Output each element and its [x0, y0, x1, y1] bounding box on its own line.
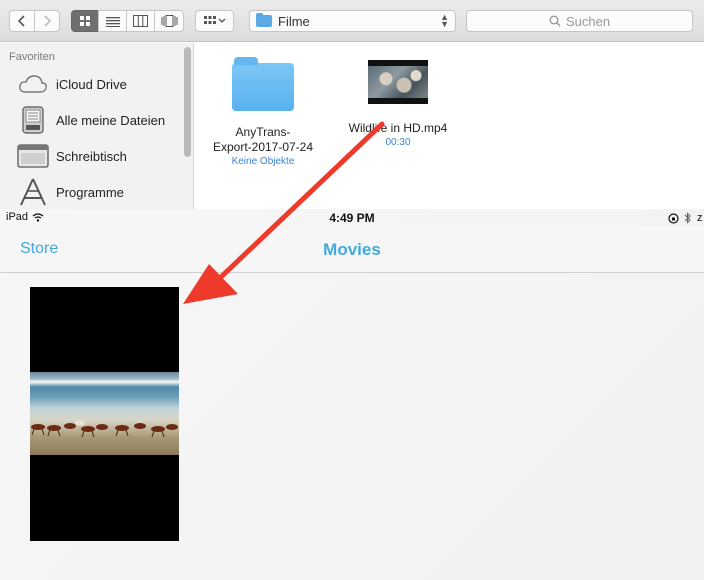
- column-view-button[interactable]: [126, 10, 155, 32]
- finder-toolbar: Filme ▲ ▼ Suchen: [0, 0, 704, 42]
- desktop-icon: [16, 141, 50, 171]
- icon-view-button[interactable]: [71, 10, 99, 32]
- bluetooth-icon: [684, 212, 691, 224]
- cover-flow-button[interactable]: [154, 10, 184, 32]
- sidebar-item-applications[interactable]: Programme: [16, 176, 186, 208]
- nav-title: Movies: [323, 240, 381, 259]
- updown-chevron-icon: ▲ ▼: [440, 12, 449, 29]
- cover-flow-icon: [161, 15, 177, 27]
- video-file-item[interactable]: Wildlife in HD.mp4 00:30: [338, 60, 458, 149]
- file-subtitle: 00:30: [385, 137, 411, 148]
- sidebar-item-label: Schreibtisch: [56, 148, 127, 164]
- sidebar-item-all-files[interactable]: Alle meine Dateien: [16, 104, 186, 136]
- search-field[interactable]: Suchen: [466, 10, 693, 32]
- file-name-line1: AnyTrans-: [235, 125, 291, 139]
- status-time: 4:49 PM: [329, 211, 375, 225]
- search-icon: [549, 15, 561, 27]
- column-view-icon: [133, 15, 148, 27]
- path-label: Filme: [278, 13, 310, 29]
- status-bar: iPad 4:49 PM z: [0, 209, 704, 227]
- folder-icon: [256, 13, 272, 27]
- applications-icon: [16, 177, 50, 207]
- sidebar-item-label: Programme: [56, 184, 124, 200]
- status-right: z: [668, 212, 703, 224]
- sidebar-item-desktop[interactable]: Schreibtisch: [16, 140, 186, 172]
- path-popup[interactable]: Filme ▲ ▼: [249, 10, 456, 32]
- file-area: AnyTrans- Export-2017-07-24 Keine Objekt…: [195, 43, 704, 209]
- nav-bar: Store Movies: [0, 227, 704, 273]
- sidebar-item-label: iCloud Drive: [56, 76, 127, 92]
- movie-frame: [30, 372, 179, 455]
- sidebar: Favoriten iCloud Drive Alle meine Dateie…: [0, 43, 194, 209]
- search-placeholder: Suchen: [565, 13, 611, 29]
- back-button[interactable]: [9, 10, 35, 32]
- file-name-line2: Export-2017-07-24: [212, 140, 314, 154]
- sidebar-item-label: Alle meine Dateien: [56, 112, 166, 128]
- finder-window: Filme ▲ ▼ Suchen Favoriten iCloud Drive A…: [0, 0, 704, 209]
- ipad-screen: iPad 4:49 PM z Store Movies: [0, 209, 704, 580]
- status-overflow: z: [697, 212, 703, 224]
- list-view-button[interactable]: [98, 10, 127, 32]
- all-files-icon: [16, 105, 50, 135]
- sidebar-item-icloud-drive[interactable]: iCloud Drive: [16, 68, 186, 100]
- icon-view-icon: [80, 16, 90, 26]
- cloud-icon: [16, 69, 50, 99]
- orientation-lock-icon: [668, 212, 679, 224]
- video-thumbnail: [368, 60, 428, 104]
- folder-item[interactable]: AnyTrans- Export-2017-07-24 Keine Objekt…: [203, 57, 323, 168]
- folder-icon: [232, 57, 294, 111]
- arrange-button[interactable]: [195, 10, 234, 32]
- arrange-grid-icon: [203, 16, 225, 24]
- chevron-right-icon: [44, 15, 52, 27]
- horses-image: [31, 420, 178, 438]
- file-name-line1: Wildlife in HD.mp4: [348, 121, 448, 135]
- list-view-icon: [105, 16, 120, 27]
- sidebar-scrollbar[interactable]: [184, 47, 191, 157]
- sidebar-heading: Favoriten: [9, 51, 55, 63]
- file-subtitle: Keine Objekte: [231, 156, 295, 167]
- forward-button[interactable]: [34, 10, 60, 32]
- movie-thumbnail[interactable]: [30, 287, 179, 541]
- chevron-left-icon: [17, 15, 25, 27]
